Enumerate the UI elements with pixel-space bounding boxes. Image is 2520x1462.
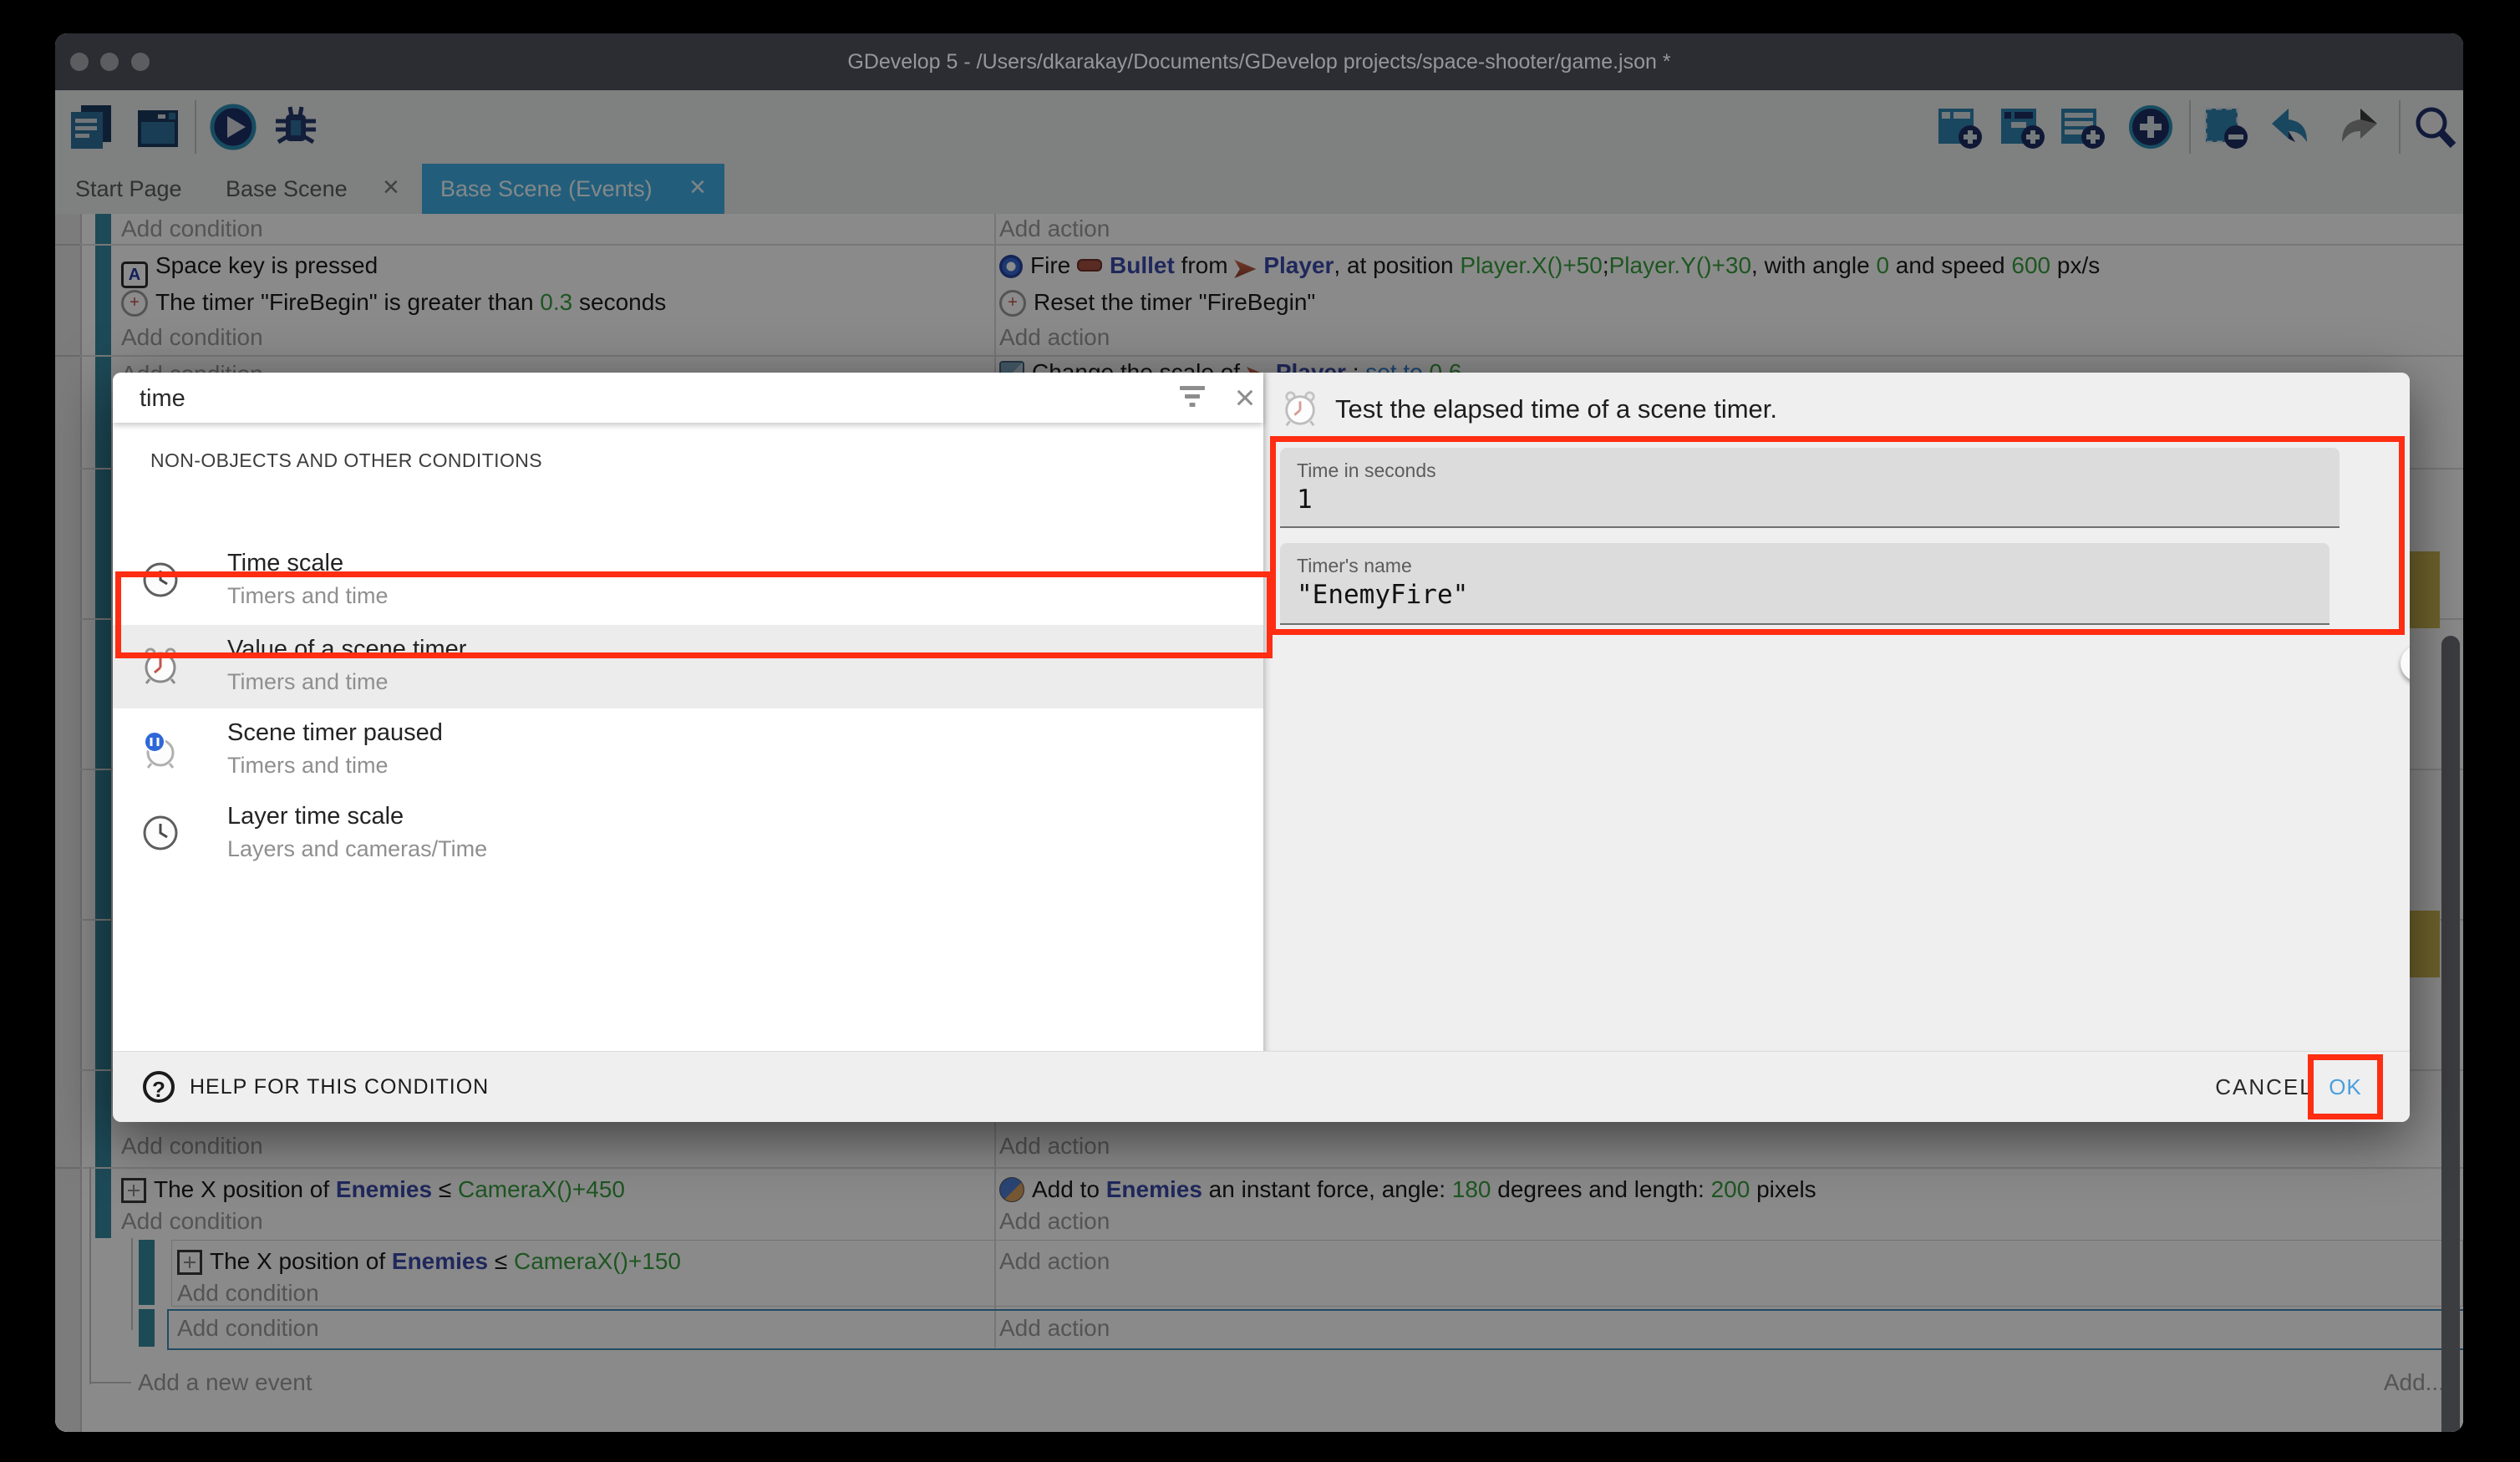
app-window: GDevelop 5 - /Users/dkarakay/Documents/G… [55,33,2463,1432]
window-title: GDevelop 5 - /Users/dkarakay/Documents/G… [55,33,2463,90]
panel-header: Test the elapsed time of a scene timer. [1335,393,1777,426]
dialog-footer: ? HELP FOR THIS CONDITION CANCEL OK [113,1051,2410,1122]
item-subtitle: Timers and time [227,752,389,779]
annotation-box-selected-condition [115,571,1273,658]
annotation-box-ok-button [2308,1054,2383,1119]
item-title: Layer time scale [227,802,404,830]
item-title: Scene timer paused [227,718,443,747]
invert-condition-toggle-thumb[interactable] [2401,645,2410,682]
screenshot-root: GDevelop 5 - /Users/dkarakay/Documents/G… [0,0,2520,1462]
alarm-clock-icon [1282,390,1318,427]
annotation-box-parameter-fields [1270,436,2405,635]
item-subtitle: Timers and time [227,668,389,695]
close-icon[interactable]: × [1224,374,1266,421]
section-header: NON-OBJECTS AND OTHER CONDITIONS [150,449,542,472]
search-input[interactable] [138,379,893,418]
list-item-scene-timer-paused[interactable]: Scene timer paused Timers and time [113,708,1263,792]
condition-list-panel: NON-OBJECTS AND OTHER CONDITIONS Time sc… [113,423,1263,1051]
search-bar: × [113,373,1263,423]
titlebar: GDevelop 5 - /Users/dkarakay/Documents/G… [55,33,2463,90]
help-link[interactable]: HELP FOR THIS CONDITION [190,1052,489,1122]
item-subtitle: Layers and cameras/Time [227,835,487,862]
help-icon[interactable]: ? [143,1071,175,1103]
clock-icon [141,814,180,852]
alarm-clock-paused-icon [141,730,180,769]
list-item-layer-time-scale[interactable]: Layer time scale Layers and cameras/Time [113,792,1263,876]
filter-icon[interactable] [1176,381,1209,414]
